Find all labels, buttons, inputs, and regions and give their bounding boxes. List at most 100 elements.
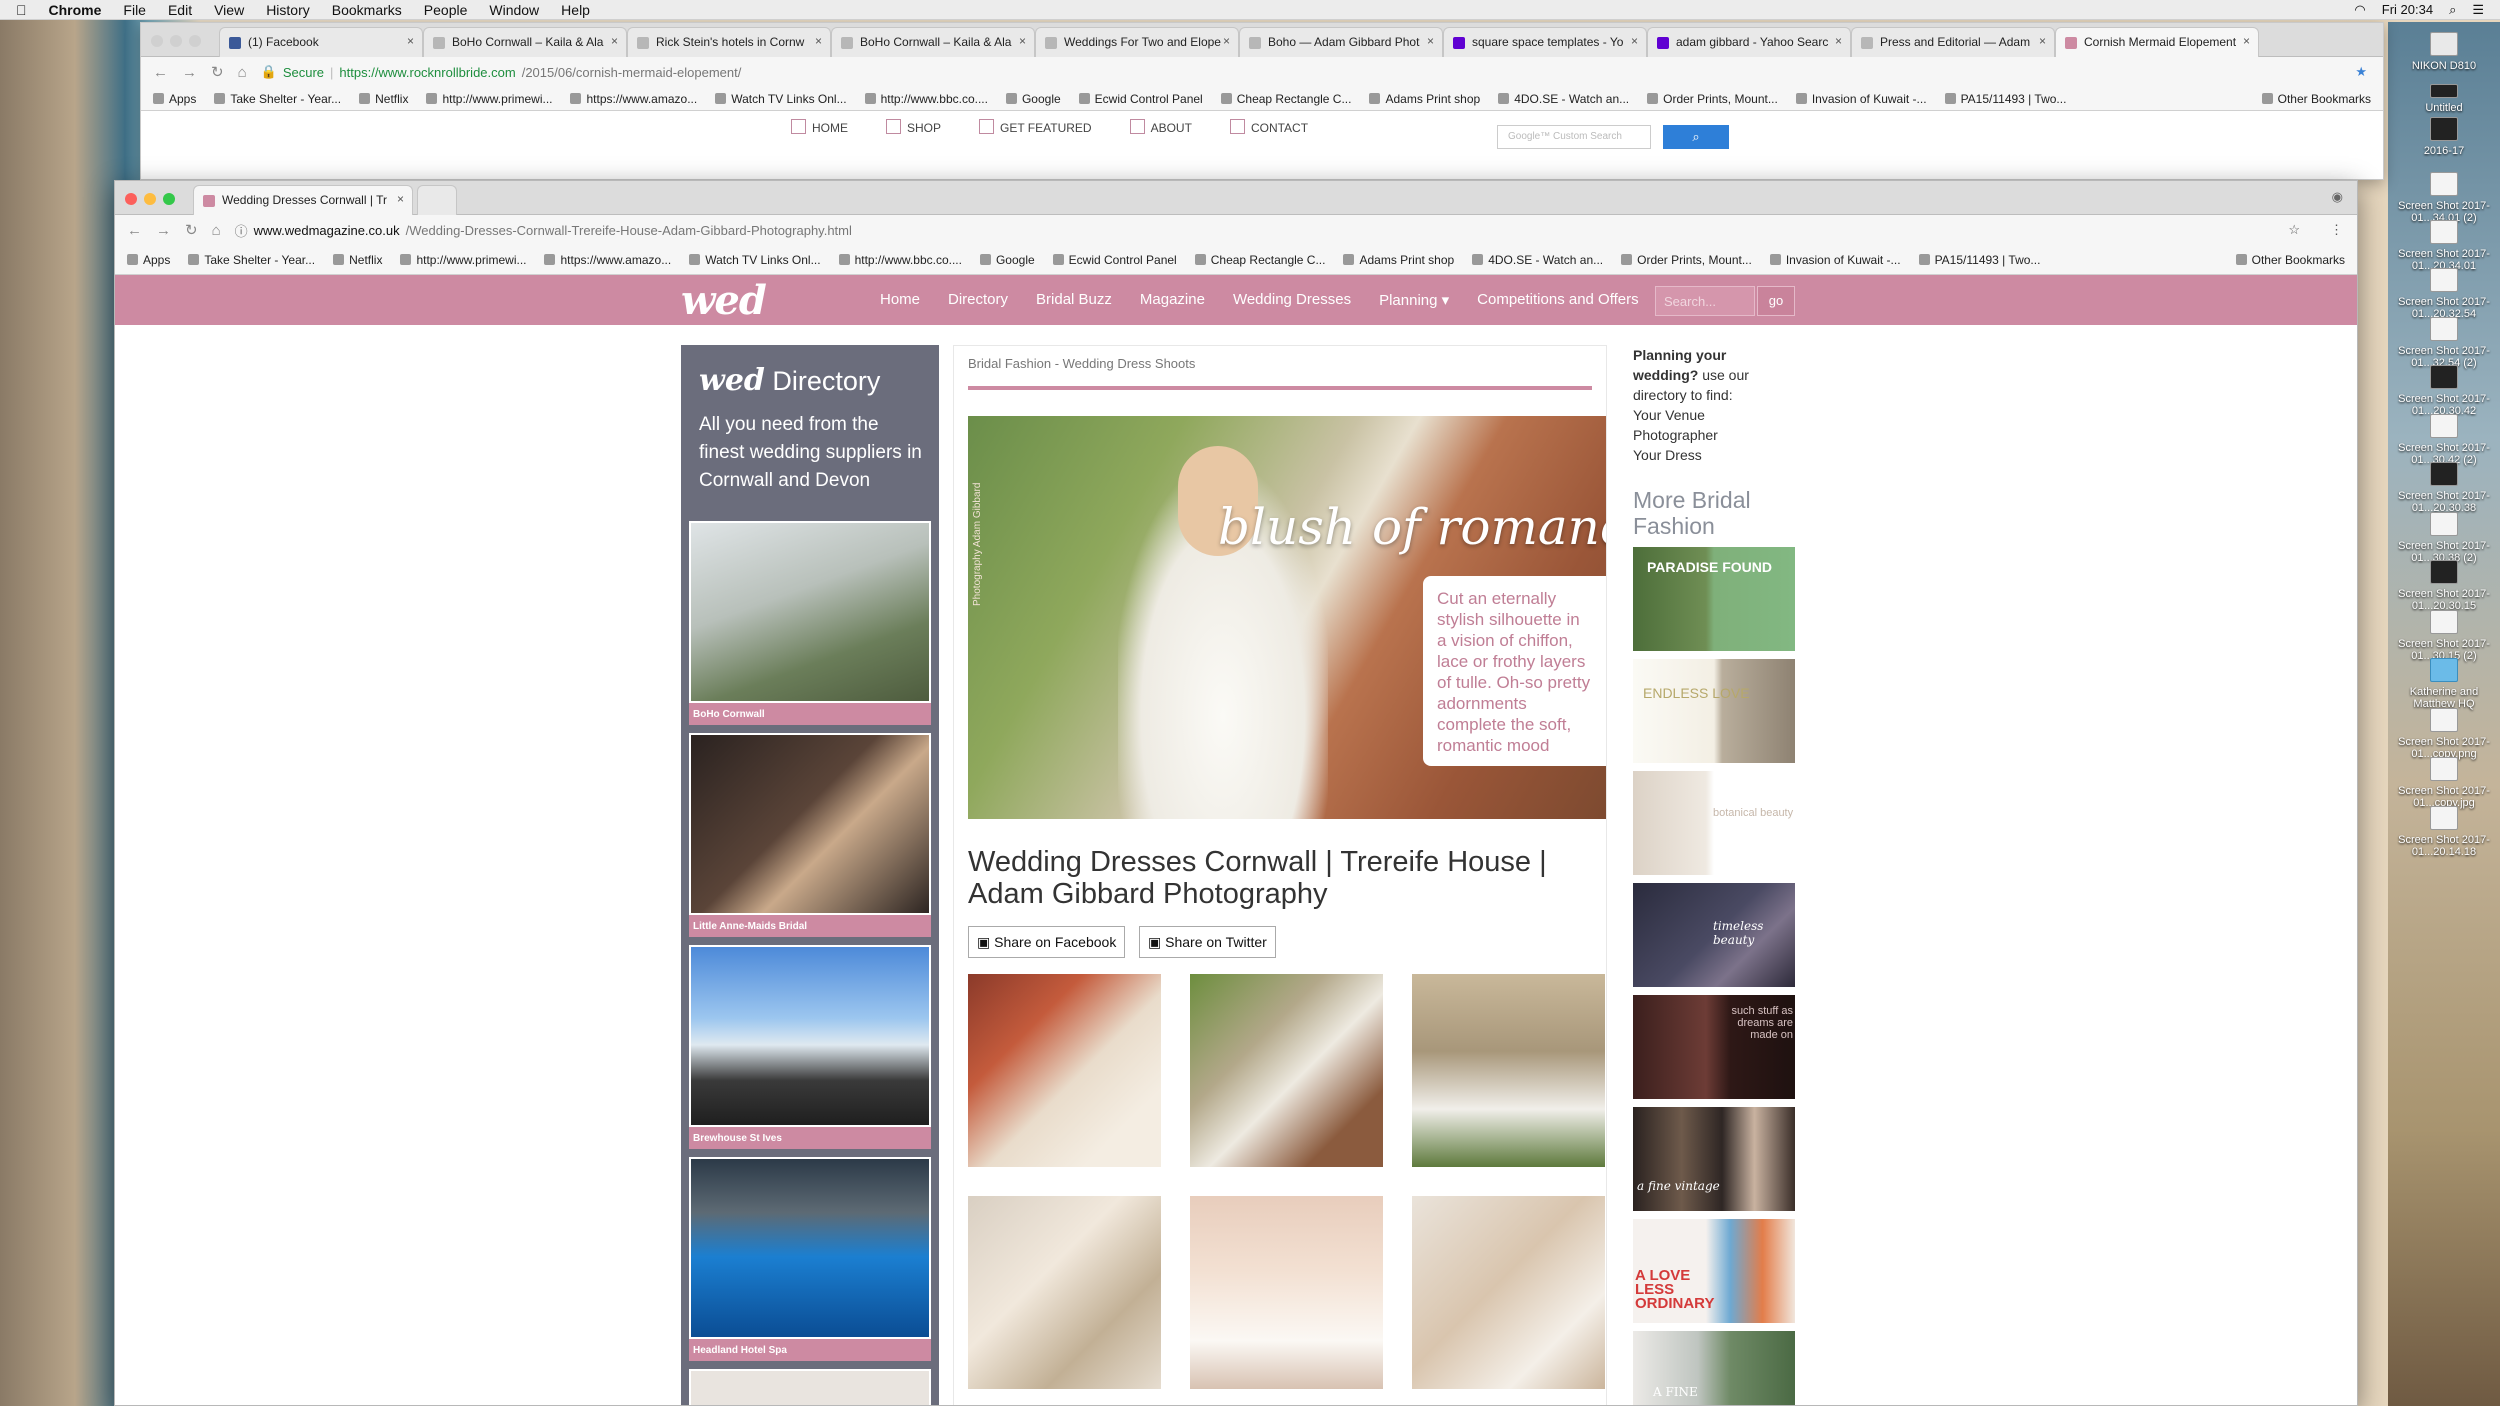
bookmark-item[interactable]: Apps (153, 92, 196, 106)
close-window-button[interactable] (125, 193, 137, 205)
desktop-icon[interactable]: Screen Shot 2017-01...30.15 (2) (2388, 610, 2500, 662)
apple-menu-icon[interactable]:  (16, 2, 27, 18)
bookmark-item[interactable]: Take Shelter - Year... (188, 253, 315, 267)
menu-bookmarks[interactable]: Bookmarks (332, 2, 402, 18)
browser-tab[interactable]: Press and Editorial — Adam × (1851, 27, 2055, 57)
related-thumbnail[interactable]: botanical beauty (1633, 771, 1795, 875)
gallery-thumbnail[interactable] (1412, 1196, 1605, 1389)
reload-icon[interactable]: ↻ (185, 221, 198, 239)
browser-tab[interactable]: Weddings For Two and Elope × (1035, 27, 1239, 57)
bookmark-item[interactable]: Watch TV Links Onl... (689, 253, 820, 267)
directory-card[interactable] (689, 1369, 931, 1405)
close-tab-icon[interactable]: × (1223, 34, 1230, 48)
notification-icon[interactable]: ☰ (2472, 2, 2484, 18)
bookmark-item[interactable]: Order Prints, Mount... (1621, 253, 1752, 267)
nav-planning-dropdown[interactable]: Planning ▾ (1379, 291, 1449, 309)
browser-tab[interactable]: adam gibbard - Yahoo Searc × (1647, 27, 1851, 57)
link-photographer[interactable]: Photographer (1633, 425, 1833, 445)
desktop-icon[interactable]: Screen Shot 2017-01...30.42 (2) (2388, 414, 2500, 466)
share-facebook-button[interactable]: ▣ Share on Facebook (968, 926, 1126, 958)
bookmark-item[interactable]: PA15/11493 | Two... (1919, 253, 2041, 267)
close-tab-icon[interactable]: × (611, 34, 618, 48)
other-bookmarks[interactable]: Other Bookmarks (2262, 92, 2371, 106)
site-logo[interactable]: wed (681, 277, 767, 324)
menu-window[interactable]: Window (489, 2, 539, 18)
browser-tab[interactable]: square space templates - Yo × (1443, 27, 1647, 57)
related-thumbnail[interactable]: a fine vintage (1633, 1107, 1795, 1211)
search-button[interactable]: ⌕ (1663, 125, 1729, 149)
bookmark-item[interactable]: Netflix (359, 92, 408, 106)
close-tab-icon[interactable]: × (2243, 34, 2250, 48)
nav-directory[interactable]: Directory (948, 291, 1008, 309)
browser-tab[interactable]: BoHo Cornwall – Kaila & Ala × (831, 27, 1035, 57)
related-thumbnail[interactable]: A FINE (1633, 1331, 1795, 1405)
desktop-icon[interactable]: Screen Shot 2017-01...30.38 (2) (2388, 512, 2500, 564)
menu-history[interactable]: History (266, 2, 310, 18)
close-tab-icon[interactable]: × (1427, 34, 1434, 48)
menu-view[interactable]: View (214, 2, 244, 18)
bookmark-item[interactable]: http://www.primewi... (400, 253, 526, 267)
bookmark-item[interactable]: Netflix (333, 253, 382, 267)
minimize-window-button[interactable] (144, 193, 156, 205)
wifi-icon[interactable]: ◠ (2354, 2, 2365, 18)
site-search-input[interactable]: Search... (1655, 286, 1755, 316)
close-tab-icon[interactable]: × (2039, 34, 2046, 48)
related-thumbnail[interactable]: timeless beauty (1633, 883, 1795, 987)
desktop-icon[interactable]: Screen Shot 2017-01...20.30.15 (2388, 560, 2500, 612)
nav-home[interactable]: Home (880, 291, 920, 309)
gallery-thumbnail[interactable] (1190, 1196, 1383, 1389)
minimize-window-button[interactable] (170, 35, 182, 47)
related-thumbnail[interactable]: such stuff as dreams are made on (1633, 995, 1795, 1099)
nav-about[interactable]: ABOUT (1130, 119, 1192, 135)
gallery-thumbnail[interactable] (968, 1196, 1161, 1389)
nav-competitions[interactable]: Competitions and Offers (1477, 291, 1638, 309)
bookmark-item[interactable]: https://www.amazo... (544, 253, 671, 267)
desktop-icon[interactable]: Screen Shot 2017-01...20.14.18 (2388, 806, 2500, 858)
nav-get-featured[interactable]: GET FEATURED (979, 119, 1092, 135)
bookmark-item[interactable]: Invasion of Kuwait -... (1770, 253, 1901, 267)
bookmark-item[interactable]: Adams Print shop (1369, 92, 1480, 106)
link-dress[interactable]: Your Dress (1633, 445, 1833, 465)
directory-card[interactable]: Headland Hotel Spa (689, 1157, 931, 1361)
home-icon[interactable]: ⌂ (212, 222, 221, 239)
star-icon[interactable]: ☆ (2288, 222, 2300, 238)
nav-contact[interactable]: CONTACT (1230, 119, 1308, 135)
bookmark-item[interactable]: 4DO.SE - Watch an... (1472, 253, 1603, 267)
directory-card[interactable]: Little Anne-Maids Bridal (689, 733, 931, 937)
menu-icon[interactable]: ⋮ (2330, 222, 2343, 238)
zoom-window-button[interactable] (189, 35, 201, 47)
desktop-icon[interactable]: Screen Shot 2017-01...20.34.01 (2388, 220, 2500, 272)
nav-wedding-dresses[interactable]: Wedding Dresses (1233, 291, 1351, 309)
bookmark-item[interactable]: Google (1006, 92, 1061, 106)
browser-tab[interactable]: Boho — Adam Gibbard Phot × (1239, 27, 1443, 57)
menu-app-name[interactable]: Chrome (49, 2, 102, 18)
desktop-icon[interactable]: 2016-17 (2388, 117, 2500, 157)
close-tab-icon[interactable]: × (1019, 34, 1026, 48)
home-icon[interactable]: ⌂ (238, 64, 247, 81)
profile-icon[interactable]: ◉ (2332, 189, 2343, 205)
browser-tab[interactable]: (1) Facebook × (219, 27, 423, 57)
breadcrumb[interactable]: Bridal Fashion - Wedding Dress Shoots (968, 356, 1195, 371)
gallery-thumbnail[interactable] (1412, 974, 1605, 1167)
bookmark-item[interactable]: PA15/11493 | Two... (1945, 92, 2067, 106)
close-tab-icon[interactable]: × (1835, 34, 1842, 48)
zoom-window-button[interactable] (163, 193, 175, 205)
menubar-clock[interactable]: Fri 20:34 (2382, 2, 2433, 18)
bookmark-item[interactable]: http://www.bbc.co.... (865, 92, 988, 106)
bookmark-item[interactable]: Order Prints, Mount... (1647, 92, 1778, 106)
new-tab-button[interactable] (417, 185, 457, 215)
bookmark-item[interactable]: http://www.bbc.co.... (839, 253, 962, 267)
bookmark-item[interactable]: Google (980, 253, 1035, 267)
nav-home[interactable]: HOME (791, 119, 848, 135)
url-field[interactable]: ⓘ www.wedmagazine.co.uk/Wedding-Dresses-… (235, 221, 2275, 240)
browser-tab-active[interactable]: Cornish Mermaid Elopement × (2055, 27, 2259, 57)
bookmark-item[interactable]: Adams Print shop (1343, 253, 1454, 267)
bookmark-item[interactable]: 4DO.SE - Watch an... (1498, 92, 1629, 106)
desktop-icon[interactable]: Untitled (2388, 74, 2500, 114)
menu-people[interactable]: People (424, 2, 468, 18)
bookmark-item[interactable]: Invasion of Kuwait -... (1796, 92, 1927, 106)
desktop-icon[interactable]: Screen Shot 2017-01...34.01 (2) (2388, 172, 2500, 224)
bookmark-item[interactable]: Ecwid Control Panel (1079, 92, 1203, 106)
back-arrow-icon[interactable]: ← (127, 222, 142, 239)
desktop-icon[interactable]: Screen Shot 2017-01...20.32.54 (2388, 268, 2500, 320)
